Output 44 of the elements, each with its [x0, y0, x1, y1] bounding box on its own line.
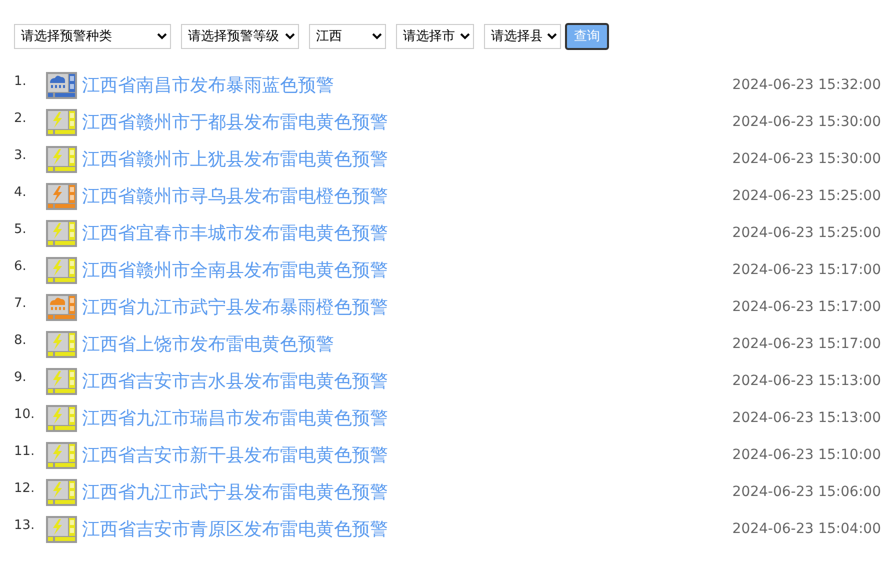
alert-time: 2024-06-23 15:04:00 — [732, 520, 881, 539]
alert-time: 2024-06-23 15:17:00 — [732, 298, 881, 317]
alert-link[interactable]: 江西省吉安市新干县发布雷电黄色预警 — [82, 442, 388, 469]
dropdown-select[interactable]: 请选择市 — [396, 24, 474, 49]
alert-time: 2024-06-23 15:32:00 — [732, 76, 881, 95]
alert-link[interactable]: 江西省赣州市上犹县发布雷电黄色预警 — [82, 146, 388, 173]
dropdown-select[interactable]: 请选择预警种类 — [14, 24, 171, 49]
list-number: 2. — [14, 110, 28, 128]
alert-time: 2024-06-23 15:25:00 — [732, 224, 881, 243]
alert-link[interactable]: 江西省吉安市吉水县发布雷电黄色预警 — [82, 368, 388, 395]
list-number: 9. — [14, 369, 28, 387]
alert-link[interactable]: 江西省吉安市青原区发布雷电黄色预警 — [82, 516, 388, 543]
alert-link[interactable]: 江西省赣州市于都县发布雷电黄色预警 — [82, 109, 388, 136]
alert-time: 2024-06-23 15:06:00 — [732, 483, 881, 502]
alert-link[interactable]: 江西省九江市瑞昌市发布雷电黄色预警 — [82, 405, 388, 432]
alert-time: 2024-06-23 15:30:00 — [732, 113, 881, 132]
alert-link[interactable]: 江西省九江市武宁县发布雷电黄色预警 — [82, 479, 388, 506]
alert-link[interactable]: 江西省赣州市全南县发布雷电黄色预警 — [82, 257, 388, 284]
alert-time: 2024-06-23 15:10:00 — [732, 446, 881, 465]
alert-link[interactable]: 江西省九江市武宁县发布暴雨橙色预警 — [82, 294, 388, 321]
list-number: 13. — [14, 517, 36, 535]
list-number: 4. — [14, 184, 28, 202]
alert-link[interactable]: 江西省赣州市寻乌县发布雷电橙色预警 — [82, 183, 388, 210]
list-number: 10. — [14, 406, 36, 424]
alert-time: 2024-06-23 15:13:00 — [732, 409, 881, 428]
dropdown-select[interactable]: 请选择预警等级 — [181, 24, 299, 49]
list-number: 3. — [14, 147, 28, 165]
dropdown-select[interactable]: 江西 — [309, 24, 386, 49]
list-number: 5. — [14, 221, 28, 239]
alert-time: 2024-06-23 15:30:00 — [732, 150, 881, 169]
alert-link[interactable]: 江西省上饶市发布雷电黄色预警 — [82, 331, 334, 358]
alert-time: 2024-06-23 15:13:00 — [732, 372, 881, 391]
alert-time: 2024-06-23 15:17:00 — [732, 261, 881, 280]
list-number: 12. — [14, 480, 36, 498]
alert-time: 2024-06-23 15:17:00 — [732, 335, 881, 354]
query-button[interactable]: 查询 — [565, 23, 609, 50]
list-number: 1. — [14, 73, 28, 91]
list-number: 6. — [14, 258, 28, 276]
alert-link[interactable]: 江西省宜春市丰城市发布雷电黄色预警 — [82, 220, 388, 247]
list-number: 11. — [14, 443, 36, 461]
list-number: 7. — [14, 295, 28, 313]
alert-time: 2024-06-23 15:25:00 — [732, 187, 881, 206]
alert-link[interactable]: 江西省南昌市发布暴雨蓝色预警 — [82, 72, 334, 99]
list-number: 8. — [14, 332, 28, 350]
